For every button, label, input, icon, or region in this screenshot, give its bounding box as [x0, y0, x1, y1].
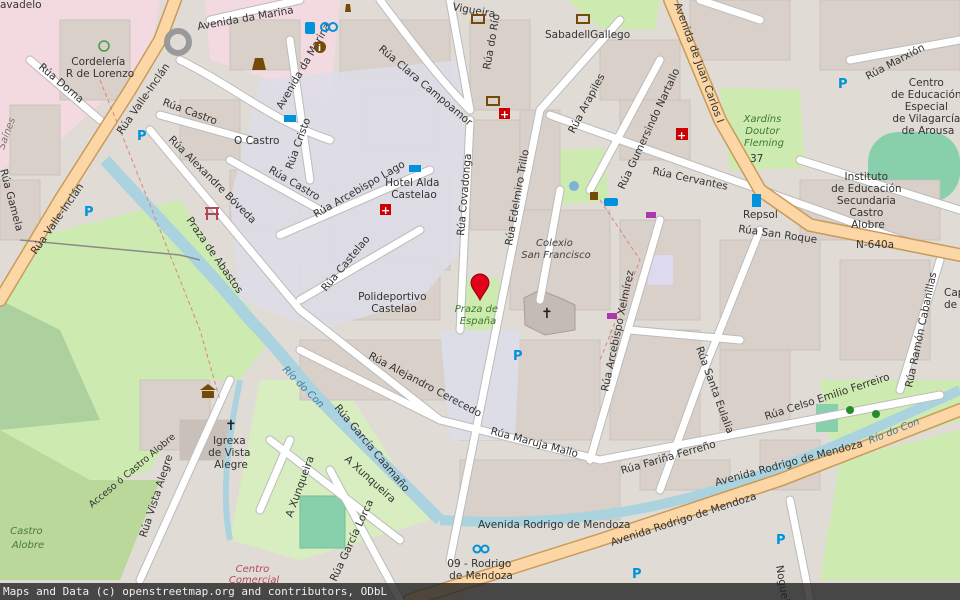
church-icon[interactable]: ✝	[225, 418, 237, 434]
street-label: avadelo	[0, 0, 42, 11]
shop-icon[interactable]	[646, 212, 656, 218]
street-label: N-640a	[856, 239, 894, 251]
street-label: O Castro	[234, 135, 279, 147]
street-label: Avenida Rodrigo de Mendoza	[478, 519, 631, 531]
fuel-icon[interactable]	[752, 194, 761, 207]
hotel-icon[interactable]	[284, 115, 296, 122]
parking-icon[interactable]: P	[84, 205, 94, 220]
fountain-icon[interactable]	[569, 181, 579, 191]
place-label-igrexa: Igrexa de Vista Alegre	[208, 435, 254, 471]
pharmacy-icon[interactable]: +	[499, 108, 510, 121]
hotel-icon[interactable]	[409, 165, 421, 172]
shop-icon[interactable]	[607, 313, 617, 319]
hospital-icon[interactable]: +	[676, 128, 688, 142]
parking-icon[interactable]: P	[776, 533, 786, 548]
svg-text:P: P	[84, 205, 94, 220]
parking-icon[interactable]: P	[632, 567, 642, 582]
place-label-xardins: Xardíns Doutor Fleming	[743, 113, 785, 149]
bench-icon[interactable]	[590, 192, 598, 200]
svg-text:P: P	[776, 533, 786, 548]
map-canvas[interactable]: avadelo Avenida da Marina Avenida da Mar…	[0, 0, 960, 600]
sports-pitch	[299, 495, 346, 549]
svg-text:+: +	[677, 129, 686, 142]
parking-icon[interactable]: P	[513, 349, 523, 364]
taxi-icon[interactable]	[604, 198, 618, 206]
svg-text:i: i	[318, 44, 321, 54]
svg-text:P: P	[513, 349, 523, 364]
place-label-praza-espana: Praza de España	[455, 304, 502, 327]
map-attribution: Maps and Data (c) openstreetmap.org and …	[0, 583, 960, 600]
place-label-repsol: Repsol	[743, 209, 778, 221]
svg-text:✝: ✝	[225, 418, 237, 434]
svg-text:P: P	[838, 77, 848, 92]
church-icon[interactable]: ✝	[541, 306, 553, 322]
svg-text:+: +	[500, 108, 509, 121]
place-label-sabadell: SabadellGallego	[545, 29, 630, 41]
svg-text:✝: ✝	[541, 306, 553, 322]
svg-text:P: P	[137, 129, 147, 144]
place-label-bus-stop: 09 - Rodrigo de Mendoza	[447, 558, 514, 582]
bus-stop-icon[interactable]	[305, 22, 315, 34]
place-label-37: 37	[750, 153, 763, 165]
svg-text:P: P	[632, 567, 642, 582]
pharmacy-icon[interactable]: +	[380, 204, 391, 217]
monument-icon[interactable]	[345, 4, 351, 12]
place-label-hotel: Hotel Alda Castelao	[385, 177, 443, 201]
parking-icon[interactable]: P	[838, 77, 848, 92]
svg-text:+: +	[381, 204, 390, 217]
place-label-cordeleria: Cordelería R de Lorenzo	[66, 56, 134, 80]
